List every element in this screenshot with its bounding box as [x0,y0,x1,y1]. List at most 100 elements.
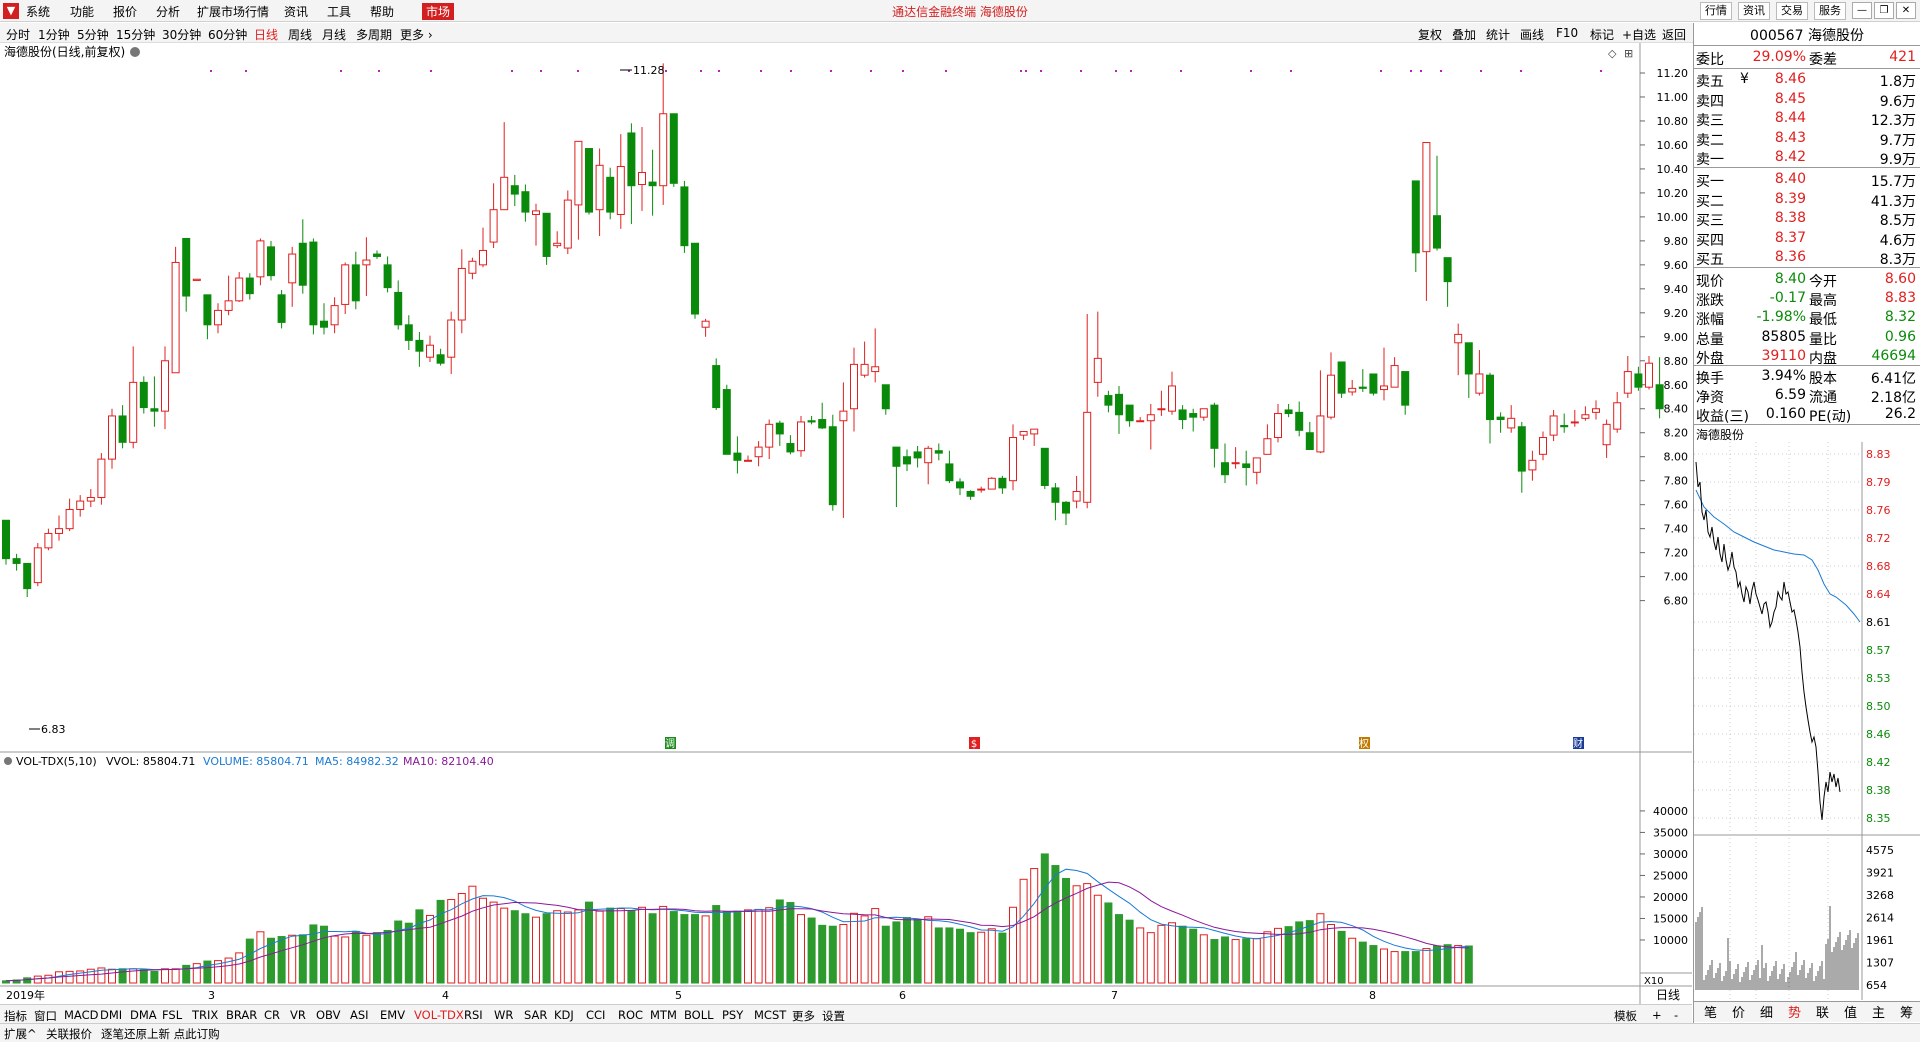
indicator-tab[interactable]: ROC [618,1008,643,1022]
top-button-quote[interactable]: 行情 [1700,2,1732,20]
indicator-tab[interactable]: MACD [64,1008,98,1022]
indicator-tab[interactable]: 更多 [792,1008,815,1024]
status-related-quote[interactable]: 关联报价 [46,1026,92,1042]
menu-analysis[interactable]: 分析 [156,3,180,20]
chart-label-dropdown-icon[interactable] [130,47,140,57]
app-logo-icon[interactable]: ▼ [3,3,19,19]
close-icon[interactable]: ✕ [1896,2,1916,19]
intraday-mini-chart[interactable]: 8.83 8.79 8.76 8.72 8.68 8.64 8.61 8.57 8.53 8.50… [1694,442,1920,1000]
toolbar-add-favorite[interactable]: +自选 [1622,26,1656,43]
ask-volume: 9.9万 [1879,152,1916,168]
vol-dropdown-icon[interactable] [4,757,12,765]
indicator-tab[interactable]: DMI [100,1008,122,1022]
toolbar-draw[interactable]: 画线 [1520,26,1544,43]
period-daily-active[interactable]: 日线 [254,26,278,43]
menu-quote[interactable]: 报价 [113,3,137,20]
period-1min[interactable]: 1分钟 [38,26,70,43]
volume-bar [1051,865,1060,984]
indicator-tab[interactable]: ASI [350,1008,369,1022]
tab-shi-active[interactable]: 势 [1788,1002,1801,1021]
restore-icon[interactable]: ❐ [1874,2,1894,19]
indicator-tab[interactable]: TRIX [192,1008,218,1022]
period-monthly[interactable]: 月线 [322,26,346,43]
candle-body [330,305,339,326]
candle-body [1560,425,1569,428]
template-button[interactable]: 模板 [1614,1008,1637,1024]
remove-indicator-icon[interactable]: - [1674,1008,1678,1022]
indicator-tab[interactable]: KDJ [554,1008,574,1022]
toolbar-f10[interactable]: F10 [1556,26,1578,40]
tab-xi[interactable]: 细 [1760,1002,1773,1021]
indicator-tab[interactable]: 窗口 [34,1008,57,1024]
status-bar: 扩展^ 关联报价 逐笔还原上新 点此订购 [0,1023,1920,1042]
toolbar-back[interactable]: 返回 [1662,26,1686,43]
mini-price-tick: 8.57 [1866,644,1891,657]
tab-chou[interactable]: 筹 [1900,1002,1913,1021]
minimize-icon[interactable]: — [1852,2,1872,19]
indicator-tab[interactable]: CCI [586,1008,605,1022]
top-button-news[interactable]: 资讯 [1738,2,1770,20]
indicator-tab[interactable]: VOL-TDX [414,1008,464,1022]
volume-bar [404,922,413,984]
volume-bar [1327,923,1335,984]
indicator-tab[interactable]: FSL [162,1008,182,1022]
toolbar-stats[interactable]: 统计 [1486,26,1510,43]
price-tick-label: 10.80 [1657,115,1689,128]
indicator-tab[interactable]: EMV [380,1008,405,1022]
tab-bi[interactable]: 笔 [1704,1002,1717,1021]
indicator-tab[interactable]: OBV [316,1008,340,1022]
indicator-tab[interactable]: SAR [524,1008,547,1022]
indicator-tab[interactable]: MTM [650,1008,677,1022]
indicator-tab[interactable]: RSI [464,1008,483,1022]
top-button-service[interactable]: 服务 [1814,2,1846,20]
volume-bar [139,969,148,984]
period-30min[interactable]: 30分钟 [162,26,201,43]
toolbar-fuquan[interactable]: 复权 [1418,26,1442,43]
add-indicator-icon[interactable]: + [1652,1008,1662,1022]
indicator-tab[interactable]: CR [264,1008,280,1022]
expand-icon[interactable]: ⊞ [1624,47,1633,60]
kline-chart-area[interactable]: 海德股份(日线,前复权) ◇ ⊞ 11.20 11.00 10.80 10.60 10.… [0,43,1692,1004]
price-tick-label: 11.20 [1657,67,1689,80]
tab-lian[interactable]: 联 [1816,1002,1829,1021]
indicator-tab[interactable]: BOLL [684,1008,714,1022]
toolbar-mark[interactable]: 标记 [1590,26,1614,43]
period-60min[interactable]: 60分钟 [208,26,247,43]
x-axis-month-6: 6 [899,989,906,1002]
top-button-trade[interactable]: 交易 [1776,2,1808,20]
period-timeshare[interactable]: 分时 [6,26,30,43]
candle-body [1433,215,1441,249]
status-extend[interactable]: 扩展^ [4,1026,37,1042]
tab-zhi[interactable]: 值 [1844,1002,1857,1021]
status-promo-link[interactable]: 逐笔还原上新 点此订购 [101,1026,220,1042]
candle-body [553,242,562,247]
indicator-tab[interactable]: PSY [722,1008,743,1022]
separator [1694,45,1920,46]
stat-row: 涨跌 -0.17 最高 8.83 [1696,289,1918,309]
menu-function[interactable]: 功能 [70,3,94,20]
menu-system[interactable]: 系统 [26,3,50,20]
menu-extended-market[interactable]: 扩展市场行情 [197,3,269,20]
indicator-tab[interactable]: 设置 [822,1008,845,1024]
indicator-tab[interactable]: DMA [130,1008,157,1022]
menu-tools[interactable]: 工具 [327,3,351,20]
menu-market-active[interactable]: 市场 [422,3,455,20]
info-mine-dot [945,70,947,72]
tab-zhu[interactable]: 主 [1872,1002,1885,1021]
period-multi[interactable]: 多周期 [356,26,392,43]
period-more[interactable]: 更多 › [400,26,433,43]
period-5min[interactable]: 5分钟 [77,26,109,43]
tab-jia[interactable]: 价 [1732,1002,1745,1021]
toolbar-overlay[interactable]: 叠加 [1452,26,1476,43]
candle-body [903,456,911,465]
indicator-tab[interactable]: VR [290,1008,306,1022]
menu-help[interactable]: 帮助 [370,3,394,20]
indicator-tab[interactable]: MCST [754,1008,786,1022]
menu-news[interactable]: 资讯 [284,3,308,20]
period-15min[interactable]: 15分钟 [116,26,155,43]
period-weekly[interactable]: 周线 [288,26,312,43]
diamond-icon[interactable]: ◇ [1608,47,1617,60]
indicator-tab[interactable]: BRAR [226,1008,257,1022]
indicator-tab[interactable]: 指标 [4,1008,27,1024]
indicator-tab[interactable]: WR [494,1008,513,1022]
